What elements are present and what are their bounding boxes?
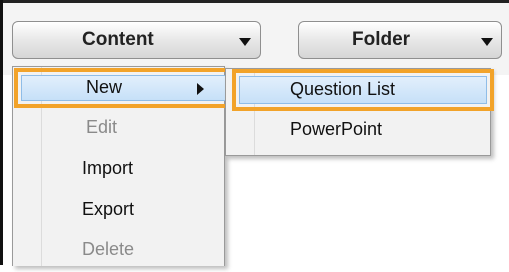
menu-item-export-label: Export xyxy=(82,199,135,219)
submenu-item-powerpoint[interactable]: PowerPoint xyxy=(226,113,490,151)
watermark-mark xyxy=(491,244,507,262)
menu-item-edit-label: Edit xyxy=(86,117,118,137)
app-window: Content Folder New Edit Import Export De… xyxy=(0,0,509,266)
folder-dropdown-label: Folder xyxy=(352,29,411,50)
content-dropdown[interactable]: Content xyxy=(12,21,261,59)
chevron-down-icon xyxy=(481,38,493,46)
submenu-item-powerpoint-label: PowerPoint xyxy=(290,119,383,139)
window-top-border xyxy=(0,0,509,3)
chevron-right-icon xyxy=(197,83,204,95)
submenu-item-question-list-label: Question List xyxy=(290,79,396,99)
menu-item-delete[interactable]: Delete xyxy=(13,234,224,272)
menu-item-new-label: New xyxy=(86,77,123,97)
new-submenu: Question List PowerPoint xyxy=(225,68,494,156)
folder-dropdown[interactable]: Folder xyxy=(298,21,502,59)
chevron-down-icon xyxy=(239,38,251,46)
content-dropdown-label: Content xyxy=(82,29,154,50)
window-left-border xyxy=(0,0,3,265)
menu-item-export[interactable]: Export xyxy=(13,194,224,232)
submenu-item-question-list[interactable]: Question List xyxy=(226,71,490,109)
menu-item-import-label: Import xyxy=(82,158,134,178)
menu-item-edit[interactable]: Edit xyxy=(13,112,224,150)
menu-item-delete-label: Delete xyxy=(82,239,135,259)
menu-item-new[interactable]: New xyxy=(13,70,224,108)
menu-item-import[interactable]: Import xyxy=(13,153,224,191)
content-menu: New Edit Import Export Delete xyxy=(12,66,237,266)
